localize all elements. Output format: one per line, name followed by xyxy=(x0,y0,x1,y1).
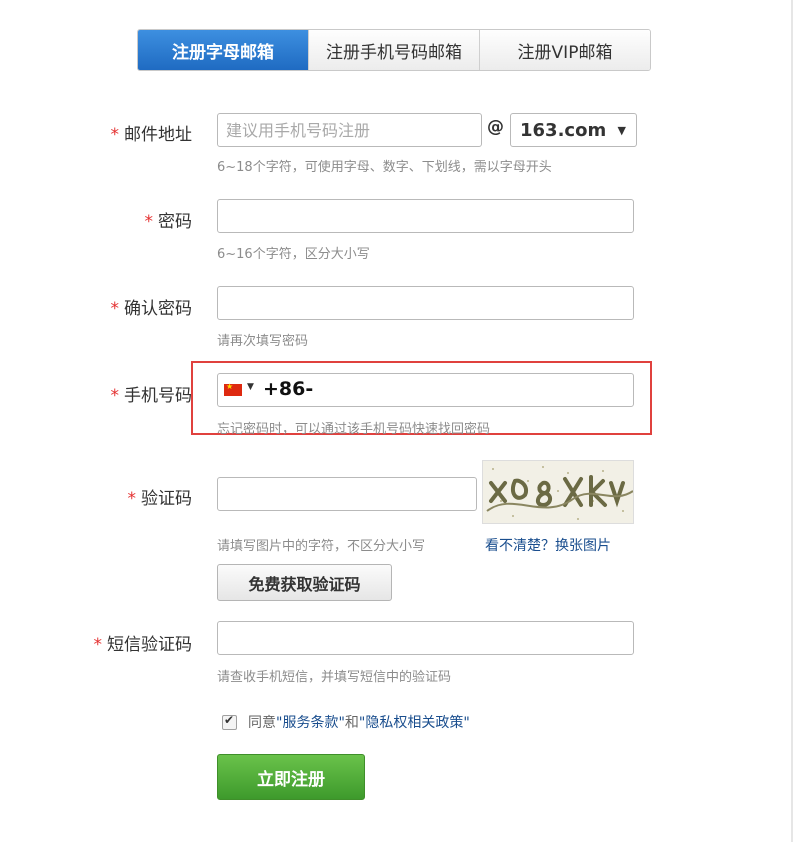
email-hint: 6~18个字符，可使用字母、数字、下划线，需以字母开头 xyxy=(217,160,552,175)
page-right-border xyxy=(791,0,793,842)
sms-code-input[interactable] xyxy=(217,621,634,655)
confirm-password-input[interactable] xyxy=(217,286,634,320)
tab-vip-email[interactable]: 注册VIP邮箱 xyxy=(479,30,650,70)
email-domain-select[interactable]: 163.com ▼ xyxy=(510,113,637,147)
password-hint: 6~16个字符，区分大小写 xyxy=(217,247,370,262)
captcha-noise-icon xyxy=(486,466,633,520)
phone-input[interactable]: ★ ▼ +86- xyxy=(217,373,634,407)
sms-code-label: * 短信验证码 xyxy=(93,635,193,655)
password-label: * 密码 xyxy=(144,212,193,232)
phone-label: * 手机号码 xyxy=(110,386,193,406)
caret-down-icon[interactable]: ▼ xyxy=(247,382,254,392)
required-mark: * xyxy=(93,635,103,655)
tab-letter-email[interactable]: 注册字母邮箱 xyxy=(138,30,308,70)
refresh-captcha-link[interactable]: 看不清楚？换张图片 xyxy=(485,535,611,555)
privacy-policy-link[interactable]: "隐私权相关政策" xyxy=(359,712,470,732)
register-now-button[interactable]: 立即注册 xyxy=(217,754,365,800)
captcha-image[interactable] xyxy=(482,460,634,524)
sms-code-hint: 请查收手机短信，并填写短信中的验证码 xyxy=(217,670,452,685)
required-mark: * xyxy=(127,489,137,509)
caret-down-icon: ▼ xyxy=(617,124,626,137)
china-flag-icon[interactable]: ★ xyxy=(224,382,242,396)
phone-hint: 忘记密码时，可以通过该手机号码快速找回密码 xyxy=(217,422,491,437)
captcha-label: * 验证码 xyxy=(127,489,193,509)
terms-of-service-link[interactable]: "服务条款" xyxy=(276,712,345,732)
at-sign: @ xyxy=(487,117,504,137)
phone-country-code: +86- xyxy=(263,378,314,400)
agreement-prefix: 同意 xyxy=(248,715,276,731)
required-mark: * xyxy=(110,299,120,319)
registration-type-tabs: 注册字母邮箱 注册手机号码邮箱 注册VIP邮箱 xyxy=(137,29,651,71)
agreement-row: ✔ 同意 "服务条款" 和 "隐私权相关政策" xyxy=(222,712,470,732)
required-mark: * xyxy=(144,212,154,232)
email-domain-value: 163.com xyxy=(520,119,607,141)
required-mark: * xyxy=(110,125,120,145)
captcha-input[interactable] xyxy=(217,477,477,511)
confirm-password-label: * 确认密码 xyxy=(110,299,193,319)
email-label: * 邮件地址 xyxy=(110,125,193,145)
agreement-and: 和 xyxy=(344,715,359,731)
captcha-hint: 请填写图片中的字符，不区分大小写 xyxy=(217,539,426,554)
password-input[interactable] xyxy=(217,199,634,233)
confirm-password-hint: 请再次填写密码 xyxy=(217,334,309,349)
agreement-checkbox[interactable]: ✔ xyxy=(222,712,237,730)
required-mark: * xyxy=(110,386,120,406)
get-sms-code-button[interactable]: 免费获取验证码 xyxy=(217,564,392,601)
tab-mobile-email[interactable]: 注册手机号码邮箱 xyxy=(308,30,479,70)
email-input[interactable] xyxy=(217,113,482,147)
checkmark-icon: ✔ xyxy=(224,712,235,727)
